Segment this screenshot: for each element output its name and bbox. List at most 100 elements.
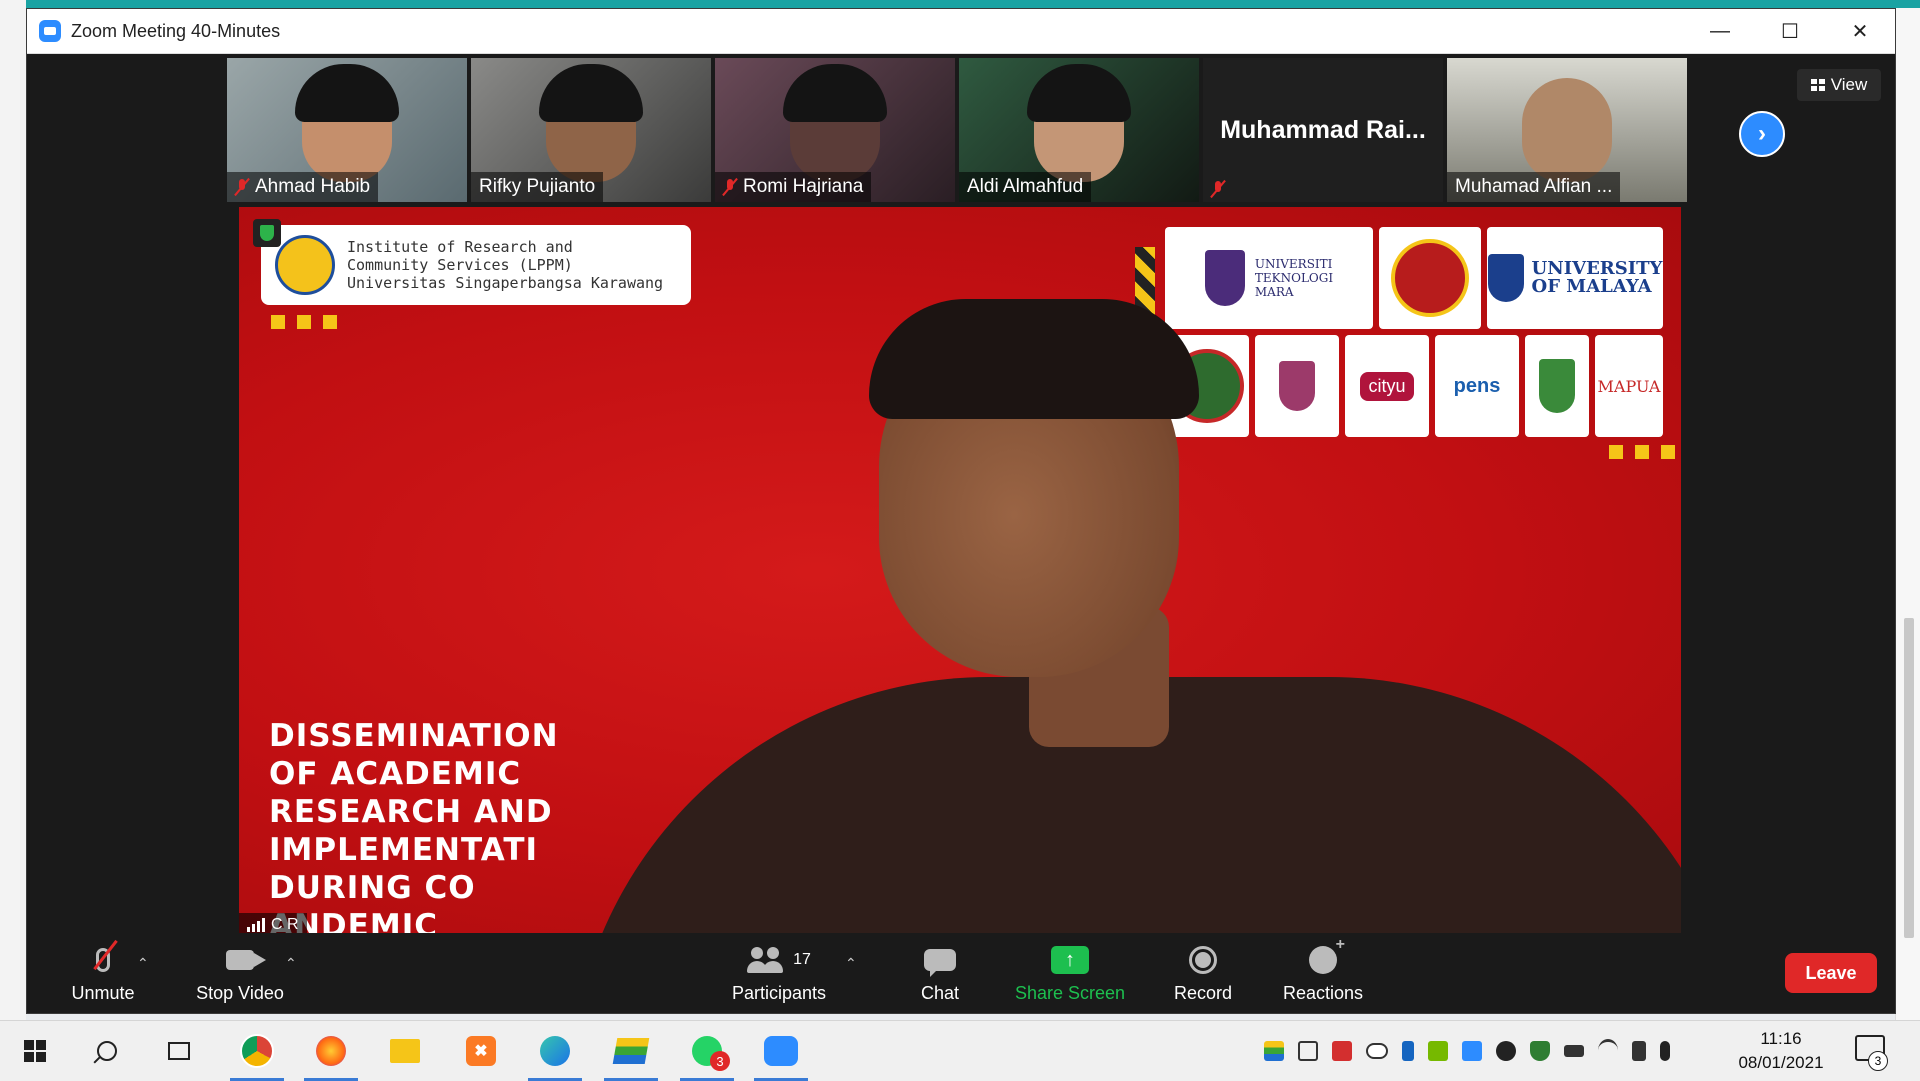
mic-muted-icon — [235, 178, 249, 196]
partner-pens: pens — [1435, 335, 1519, 437]
participant-name-text: Muhamad Alfian ... — [1455, 176, 1613, 197]
signal-strength-icon — [247, 918, 265, 932]
participant-tile[interactable]: Muhammad Rai... — [1203, 58, 1443, 202]
record-tray-icon[interactable] — [1496, 1040, 1516, 1061]
task-view-button[interactable] — [144, 1021, 214, 1081]
partner-star-seal — [1379, 227, 1481, 329]
taskbar-whatsapp[interactable]: 3 — [672, 1021, 742, 1081]
view-button[interactable]: View — [1797, 69, 1881, 101]
zoom-icon — [764, 1036, 798, 1066]
chevron-right-icon: › — [1758, 120, 1766, 147]
taskbar-file-explorer[interactable] — [370, 1021, 440, 1081]
bluestacks-icon — [612, 1038, 650, 1064]
microphone-tray-icon[interactable] — [1660, 1040, 1670, 1061]
participant-tile[interactable]: Ahmad Habib — [227, 58, 467, 202]
zoom-app-icon — [39, 20, 61, 42]
presenter-hair — [869, 299, 1199, 419]
participant-hair — [1027, 64, 1131, 122]
decorative-dots — [1609, 445, 1675, 459]
participants-options-caret-icon[interactable]: ⌃ — [845, 955, 857, 972]
partner-malaya: UNIVERSITY OF MALAYA — [1487, 227, 1663, 329]
speaker-name: C R — [271, 916, 299, 933]
onedrive-icon[interactable] — [1366, 1042, 1388, 1059]
reactions-label: Reactions — [1282, 983, 1364, 1003]
star-seal-icon — [1391, 239, 1469, 317]
bluetooth-icon[interactable] — [1402, 1040, 1414, 1061]
bluestacks-tray-icon[interactable] — [1264, 1040, 1284, 1061]
meet-now-icon[interactable] — [1298, 1040, 1318, 1061]
participant-name: Romi Hajriana — [715, 172, 872, 202]
notification-count: 3 — [1868, 1051, 1888, 1071]
system-tray — [1264, 1039, 1670, 1062]
start-button[interactable] — [0, 1021, 70, 1081]
zoom-window: Zoom Meeting 40-Minutes — ☐ ✕ Ahmad Habi… — [26, 8, 1896, 1014]
pens-label: pens — [1453, 374, 1501, 397]
nvidia-icon[interactable] — [1428, 1040, 1448, 1061]
maximize-icon[interactable]: ☐ — [1755, 9, 1825, 53]
stop-video-button[interactable]: Stop Video — [185, 941, 295, 1004]
record-label: Record — [1173, 983, 1233, 1003]
next-page-button[interactable]: › — [1739, 111, 1785, 157]
taskbar-chrome[interactable] — [222, 1021, 292, 1081]
share-screen-button[interactable]: ↑ Share Screen — [1005, 941, 1135, 1004]
stop-video-label: Stop Video — [196, 983, 284, 1003]
participant-hair — [783, 64, 887, 122]
reactions-button[interactable]: Reactions — [1273, 936, 1373, 1004]
clock-date: 08/01/2021 — [1738, 1053, 1824, 1072]
chat-button[interactable]: Chat — [905, 941, 975, 1004]
wifi-icon[interactable] — [1598, 1039, 1618, 1062]
participant-name-text: Ahmad Habib — [255, 176, 371, 197]
taskbar-xampp[interactable]: ✖ — [446, 1021, 516, 1081]
firefox-icon — [316, 1036, 346, 1066]
view-button-label: View — [1830, 75, 1868, 94]
task-view-icon — [168, 1042, 190, 1060]
xampp-icon: ✖ — [466, 1036, 496, 1066]
microphone-muted-icon — [93, 939, 118, 979]
mapua-label: MAPUA — [1597, 376, 1661, 396]
record-button[interactable]: Record — [1163, 941, 1243, 1004]
pdf-reader-icon[interactable] — [1332, 1040, 1352, 1061]
unsika-seal-icon — [275, 235, 335, 295]
taskbar-bluestacks[interactable] — [596, 1021, 666, 1081]
participant-name-text: Rifky Pujianto — [479, 176, 596, 197]
participant-tile[interactable]: Muhamad Alfian ... — [1447, 58, 1687, 202]
close-icon[interactable]: ✕ — [1825, 9, 1895, 53]
cityu-label: cityu — [1360, 371, 1414, 401]
clock-time: 11:16 — [1760, 1029, 1802, 1048]
participant-video — [1522, 78, 1612, 182]
search-button[interactable] — [72, 1021, 142, 1081]
participant-name: Aldi Almahfud — [959, 172, 1092, 202]
whatsapp-badge: 3 — [710, 1051, 730, 1071]
taskbar-zoom[interactable] — [746, 1021, 816, 1081]
malaya-crest-icon — [1487, 254, 1524, 302]
malaya-label: UNIVERSITY OF MALAYA — [1531, 258, 1663, 297]
battery-icon[interactable] — [1564, 1044, 1584, 1057]
volume-icon[interactable] — [1632, 1040, 1646, 1061]
video-options-caret-icon[interactable]: ⌃ — [285, 955, 297, 972]
record-icon — [1189, 941, 1217, 979]
taskbar-firefox[interactable] — [296, 1021, 366, 1081]
lppm-logo-box: Institute of Research and Community Serv… — [261, 225, 691, 305]
participant-name — [1203, 176, 1233, 202]
taskbar-clock[interactable]: 11:16 08/01/2021 — [1735, 1027, 1827, 1075]
zoom-tray-icon[interactable] — [1462, 1040, 1482, 1061]
video-camera-icon — [226, 941, 266, 979]
slide-headline: DISSEMINATION OF ACADEMIC RESEARCH AND I… — [269, 718, 559, 937]
participants-button[interactable]: 17 Participants — [719, 941, 839, 1004]
participant-tile[interactable]: Rifky Pujianto — [471, 58, 711, 202]
participant-name: Ahmad Habib — [227, 172, 379, 202]
active-speaker-video[interactable]: Institute of Research and Community Serv… — [239, 207, 1681, 937]
audio-options-caret-icon[interactable]: ⌃ — [137, 955, 149, 972]
leave-button[interactable]: Leave — [1785, 953, 1877, 993]
chat-icon — [924, 941, 956, 979]
minimize-icon[interactable]: — — [1685, 9, 1755, 53]
background-scrollbar[interactable] — [1904, 618, 1914, 938]
encryption-shield-icon[interactable] — [253, 219, 281, 247]
taskbar-edge[interactable] — [520, 1021, 590, 1081]
partner-logos: UNIVERSITI TEKNOLOGI MARA UNIVERSITY OF … — [1135, 227, 1663, 439]
participant-tile[interactable]: Romi Hajriana — [715, 58, 955, 202]
unmute-button[interactable]: Unmute — [53, 939, 153, 1004]
participants-icon-wrap: 17 — [747, 941, 811, 979]
participant-tile[interactable]: Aldi Almahfud — [959, 58, 1199, 202]
security-icon[interactable] — [1530, 1040, 1550, 1061]
